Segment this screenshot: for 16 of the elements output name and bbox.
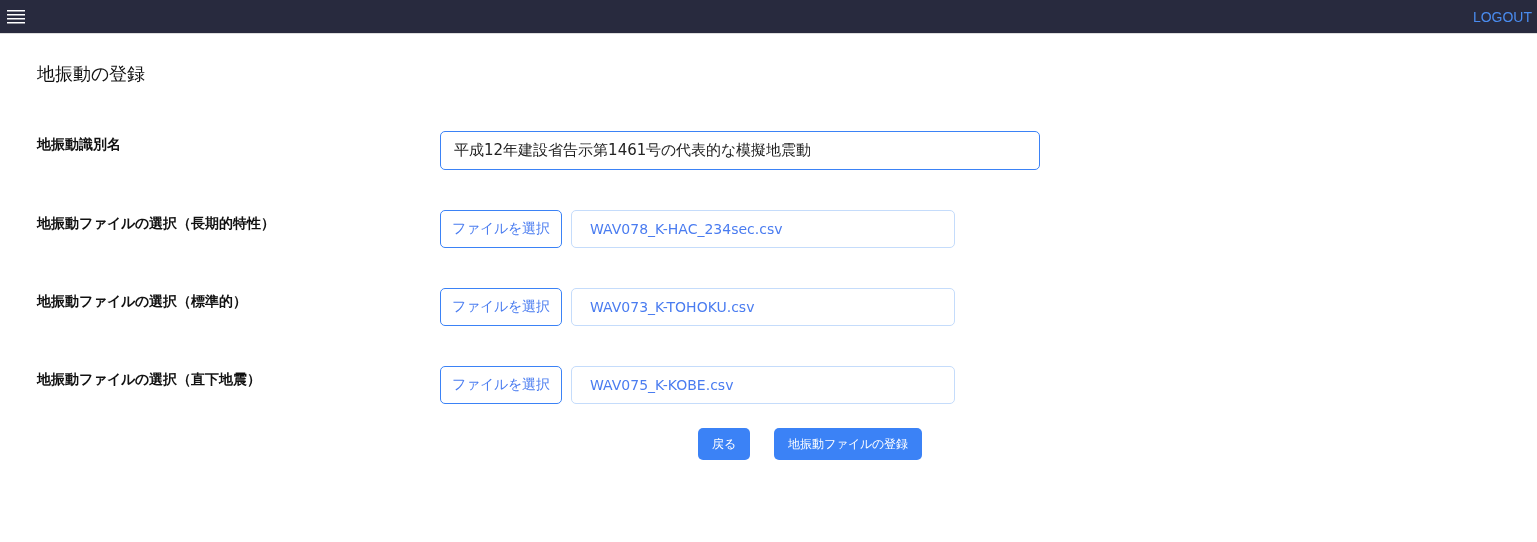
field-label: 地振動ファイルの選択（長期的特性） (37, 214, 276, 233)
back-button[interactable]: 戻る (698, 428, 750, 460)
field-label: 地振動ファイルの選択（標準的） (37, 292, 248, 311)
register-button[interactable]: 地振動ファイルの登録 (774, 428, 922, 460)
choose-file-button[interactable]: ファイルを選択 (440, 366, 562, 404)
field-label: 地振動ファイルの選択（直下地震） (37, 370, 262, 389)
file-name-field: WAV073_K-TOHOKU.csv (571, 288, 955, 326)
field-label: 地振動識別名 (37, 135, 122, 154)
choose-file-button[interactable]: ファイルを選択 (440, 288, 562, 326)
menu-icon[interactable] (7, 9, 25, 24)
name-input-field[interactable]: 平成12年建設省告示第1461号の代表的な模擬地震動 (440, 131, 1040, 170)
file-name-field: WAV075_K-KOBE.csv (571, 366, 955, 404)
file-name-field: WAV078_K-HAC_234sec.csv (571, 210, 955, 248)
logout-link[interactable]: LOGOUT (1472, 8, 1532, 25)
page-title: 地振動の登録 (37, 62, 146, 86)
choose-file-button[interactable]: ファイルを選択 (440, 210, 562, 248)
